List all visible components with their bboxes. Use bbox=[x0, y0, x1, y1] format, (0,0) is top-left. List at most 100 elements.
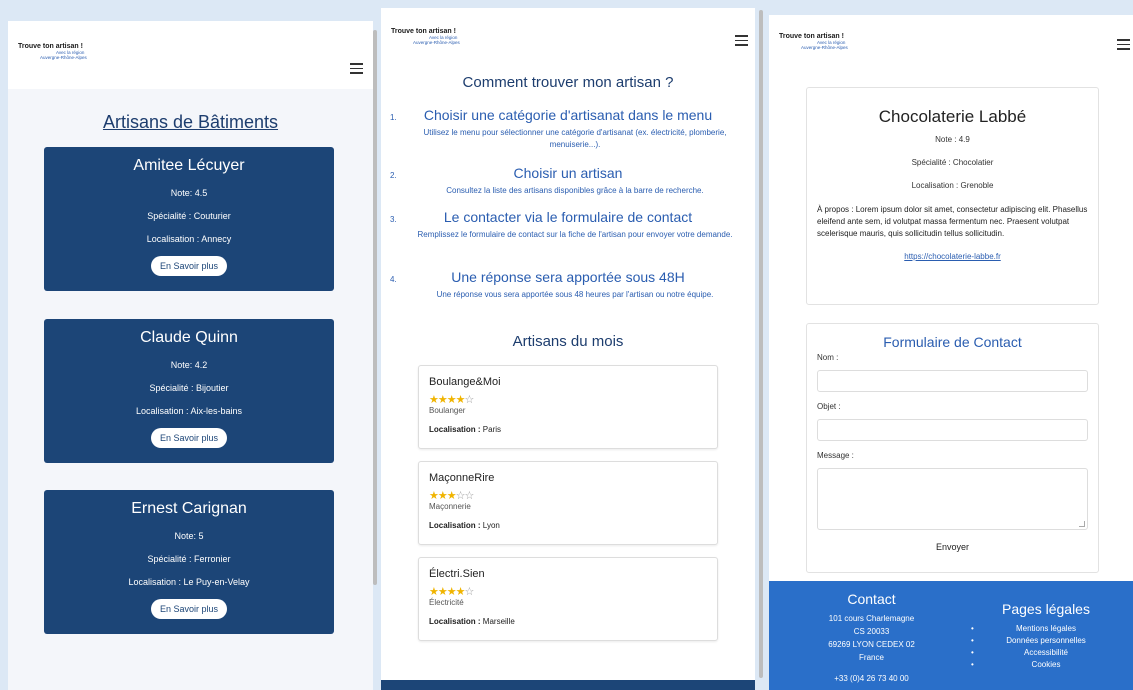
artisan-location: Localisation : Aix-les-bains bbox=[135, 406, 243, 416]
address-line: CS 20033 bbox=[853, 627, 890, 636]
learn-more-button[interactable]: En Savoir plus bbox=[150, 599, 228, 619]
panel-category-list: Trouve ton artisan ! Avec la région Auve… bbox=[8, 21, 373, 690]
menu-icon[interactable] bbox=[350, 63, 363, 77]
artisan-note: Note: 4.2 bbox=[170, 360, 208, 370]
artisan-note: Note: 4.5 bbox=[170, 188, 208, 198]
address-line: 101 cours Charlemagne bbox=[828, 614, 915, 623]
artisan-card: Claude Quinn Note: 4.2 Spécialité : Bijo… bbox=[44, 319, 334, 463]
artisan-location: Localisation : Marseille bbox=[429, 617, 515, 626]
step-item: 2. Choisir un artisan Consultez la liste… bbox=[381, 165, 755, 197]
learn-more-button[interactable]: En Savoir plus bbox=[150, 256, 228, 276]
artisan-speciality: Boulanger bbox=[429, 406, 466, 415]
step-item: 1. Choisir une catégorie d'artisanat dan… bbox=[381, 107, 755, 151]
step-title: Le contacter via le formulaire de contac… bbox=[443, 209, 693, 225]
footer-legal-title: Pages légales bbox=[1002, 601, 1090, 617]
artisan-name: Amitee Lécuyer bbox=[133, 157, 245, 174]
artisan-name: Électri.Sien bbox=[429, 568, 485, 580]
star-rating: ★★★☆☆ bbox=[429, 489, 475, 502]
logo[interactable]: Trouve ton artisan ! Avec la région Auve… bbox=[18, 43, 87, 60]
artisan-location: Localisation : Paris bbox=[429, 425, 501, 434]
logo-region: Auvergne-Rhône-Alpes bbox=[413, 40, 460, 45]
star-full-icon: ★★★ bbox=[429, 490, 457, 502]
star-empty-icon: ☆ bbox=[464, 586, 474, 598]
artisan-speciality: Électricité bbox=[429, 598, 464, 607]
subject-input[interactable] bbox=[817, 419, 1088, 441]
artisan-website-link[interactable]: https://chocolaterie-labbe.fr bbox=[807, 252, 1098, 261]
header-bar: Trouve ton artisan ! Avec la région Auve… bbox=[8, 21, 373, 89]
star-empty-icon: ☆ bbox=[464, 394, 474, 406]
learn-more-button[interactable]: En Savoir plus bbox=[150, 428, 228, 448]
step-item: 4. Une réponse sera apportée sous 48H Un… bbox=[381, 269, 755, 301]
step-number: 3. bbox=[390, 215, 397, 224]
name-input[interactable] bbox=[817, 370, 1088, 392]
panel-artisan-detail: Trouve ton artisan ! Avec la région Auve… bbox=[769, 15, 1133, 690]
step-title: Une réponse sera apportée sous 48H bbox=[451, 269, 685, 285]
step-number: 1. bbox=[390, 113, 397, 122]
message-textarea[interactable] bbox=[817, 468, 1088, 530]
logo[interactable]: Trouve ton artisan ! Avec la région Auve… bbox=[391, 28, 460, 45]
artisan-about: À propos : Lorem ipsum dolor sit amet, c… bbox=[817, 205, 1088, 238]
location-value: Marseille bbox=[482, 617, 515, 626]
subject-label: Objet : bbox=[817, 402, 841, 411]
logo-region: Auvergne-Rhône-Alpes bbox=[40, 55, 87, 60]
legal-link[interactable]: Données personnelles bbox=[959, 635, 1133, 647]
artisan-speciality: Spécialité : Chocolatier bbox=[911, 158, 994, 167]
artisan-name: Claude Quinn bbox=[140, 329, 238, 346]
name-label: Nom : bbox=[817, 353, 839, 362]
artisan-name: Chocolaterie Labbé bbox=[878, 107, 1027, 126]
artisan-card: Amitee Lécuyer Note: 4.5 Spécialité : Co… bbox=[44, 147, 334, 291]
legal-link[interactable]: Accessibilité bbox=[959, 647, 1133, 659]
star-rating: ★★★★☆ bbox=[429, 585, 474, 598]
star-full-icon: ★★★★ bbox=[429, 394, 465, 406]
artisan-location: Localisation : Annecy bbox=[146, 234, 232, 244]
step-description: Consultez la liste des artisans disponib… bbox=[446, 186, 704, 195]
step-number: 2. bbox=[390, 171, 397, 180]
location-value: Lyon bbox=[482, 521, 500, 530]
send-button[interactable]: Envoyer bbox=[807, 542, 1098, 552]
location-label: Localisation : bbox=[429, 521, 481, 530]
page-title: Artisans de Bâtiments bbox=[102, 112, 279, 132]
contact-form: Formulaire de Contact Nom : Objet : Mess… bbox=[806, 323, 1099, 573]
menu-icon[interactable] bbox=[735, 35, 748, 49]
logo-title: Trouve ton artisan ! bbox=[18, 43, 83, 50]
header-bar: Trouve ton artisan ! Avec la région Auve… bbox=[381, 8, 755, 76]
panel-home: Trouve ton artisan ! Avec la région Auve… bbox=[381, 8, 755, 690]
month-artisan-card[interactable]: Boulange&Moi ★★★★☆ Boulanger Localisatio… bbox=[418, 365, 718, 449]
footer-strip bbox=[381, 680, 755, 690]
logo-title: Trouve ton artisan ! bbox=[391, 28, 456, 35]
address-line: 69269 LYON CEDEX 02 bbox=[828, 640, 915, 649]
step-item: 3. Le contacter via le formulaire de con… bbox=[381, 209, 755, 241]
artisan-location: Localisation : Le Puy-en-Velay bbox=[128, 577, 250, 587]
artisan-name: MaçonneRire bbox=[429, 472, 495, 484]
legal-link[interactable]: Mentions légales bbox=[959, 623, 1133, 635]
artisan-location: Localisation : Lyon bbox=[429, 521, 500, 530]
step-number: 4. bbox=[390, 275, 397, 284]
footer-contact-title: Contact bbox=[847, 591, 896, 607]
address-line: France bbox=[859, 653, 884, 662]
star-full-icon: ★★★★ bbox=[429, 586, 465, 598]
scrollbar[interactable] bbox=[759, 10, 763, 678]
step-title: Choisir un artisan bbox=[513, 165, 623, 181]
legal-links: Mentions légales Données personnelles Ac… bbox=[959, 623, 1133, 671]
footer-address: 101 cours Charlemagne CS 20033 69269 LYO… bbox=[769, 612, 974, 685]
menu-icon[interactable] bbox=[1117, 39, 1130, 53]
month-artisan-card[interactable]: Électri.Sien ★★★★☆ Électricité Localisat… bbox=[418, 557, 718, 641]
month-artisan-card[interactable]: MaçonneRire ★★★☆☆ Maçonnerie Localisatio… bbox=[418, 461, 718, 545]
month-artisans-heading: Artisans du mois bbox=[512, 333, 624, 350]
scrollbar[interactable] bbox=[373, 30, 377, 585]
how-to-heading: Comment trouver mon artisan ? bbox=[462, 74, 674, 91]
artisan-name: Ernest Carignan bbox=[131, 500, 247, 517]
location-label: Localisation : bbox=[429, 425, 481, 434]
legal-link[interactable]: Cookies bbox=[959, 659, 1133, 671]
artisan-speciality: Spécialité : Couturier bbox=[147, 211, 231, 221]
footer-phone: +33 (0)4 26 73 40 00 bbox=[834, 674, 909, 683]
message-label: Message : bbox=[817, 451, 854, 460]
logo[interactable]: Trouve ton artisan ! Avec la région Auve… bbox=[779, 33, 848, 50]
step-description: Une réponse vous sera apportée sous 48 h… bbox=[436, 290, 714, 299]
form-title: Formulaire de Contact bbox=[883, 334, 1022, 350]
artisan-name: Boulange&Moi bbox=[429, 376, 501, 388]
artisan-note: Note: 5 bbox=[174, 531, 204, 541]
star-empty-icon: ☆☆ bbox=[455, 490, 475, 502]
artisan-location: Localisation : Grenoble bbox=[911, 181, 994, 190]
step-title: Choisir une catégorie d'artisanat dans l… bbox=[423, 107, 713, 123]
